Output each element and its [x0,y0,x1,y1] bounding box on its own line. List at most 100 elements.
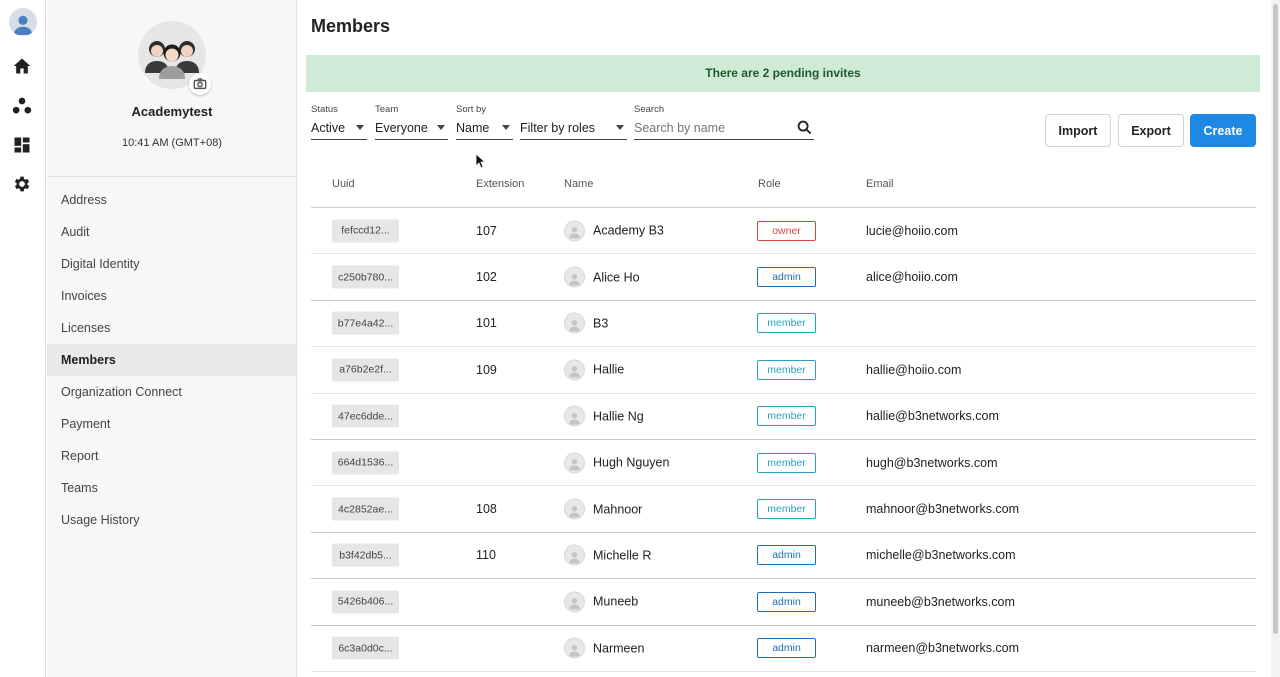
table-body: fefccd12... 107 Academy B3 owner lucie@hoiio… [311,208,1256,672]
table-row[interactable]: a76b2e2f... 109 Hallie member hallie@hoiio.c… [311,347,1256,394]
name-cell[interactable]: Academy B3 [564,220,664,242]
roles-select[interactable]: Filter by roles [520,116,627,140]
home-icon[interactable] [11,55,33,77]
extension-cell: 108 [476,502,497,517]
search-icon[interactable] [797,120,812,135]
table-row[interactable]: b3f42db5... 110 Michelle R admin michelle@b3… [311,533,1256,580]
page-scrollbar[interactable] [1271,0,1280,677]
uuid-chip[interactable]: b77e4a42... [332,311,399,335]
name-cell[interactable]: Mahnoor [564,498,643,520]
uuid-chip[interactable]: c250b780... [332,265,399,289]
email-cell: mahnoor@b3networks.com [866,502,1020,517]
name-cell[interactable]: B3 [564,312,608,334]
email-cell: hallie@b3networks.com [866,409,999,424]
email-cell: alice@hoiio.com [866,270,958,285]
column-header-role[interactable]: Role [758,178,781,190]
table-row[interactable]: 5426b406... Muneeb admin muneeb@b3networks.… [311,579,1256,626]
status-filter-label: Status [311,104,338,115]
search-input[interactable] [634,120,784,135]
search-box[interactable] [634,116,814,140]
role-badge: owner [757,220,816,241]
name-cell[interactable]: Michelle R [564,544,651,566]
uuid-chip[interactable]: 6c3a0d0c... [332,636,399,660]
table-row[interactable]: 4c2852ae... 108 Mahnoor member mahnoor@b3net… [311,486,1256,533]
column-header-extension[interactable]: Extension [476,178,524,190]
search-label: Search [634,104,665,115]
roles-select-value: Filter by roles [520,120,596,135]
column-header-email[interactable]: Email [866,178,894,190]
member-name: Hugh Nguyen [593,455,670,470]
column-header-name[interactable]: Name [564,178,593,190]
member-name: Alice Ho [593,270,640,285]
member-name: Mahnoor [593,502,643,517]
extension-cell: 107 [476,223,497,238]
table-row[interactable]: fefccd12... 107 Academy B3 owner lucie@hoiio… [311,208,1256,255]
roles-filter[interactable]: Filter by roles [520,104,627,140]
extension-cell: 101 [476,316,497,331]
nav-item-invoices[interactable]: Invoices [47,280,296,312]
name-cell[interactable]: Narmeen [564,637,645,659]
name-cell[interactable]: Muneeb [564,591,638,613]
table-row[interactable]: c250b780... 102 Alice Ho admin alice@hoiio.c… [311,254,1256,301]
table-row[interactable]: 47ec6dde... Hallie Ng member hallie@b3netwo… [311,394,1256,440]
nav-item-members[interactable]: Members [47,344,296,376]
org-local-time: 10:41 AM (GMT+08) [122,137,222,149]
avatar [564,544,585,566]
uuid-chip[interactable]: fefccd12... [332,219,399,243]
sort-select[interactable]: Name [456,116,513,140]
nav-item-address[interactable]: Address [47,184,296,216]
nav-item-payment[interactable]: Payment [47,408,296,440]
name-cell[interactable]: Hallie [564,359,624,381]
member-name: Narmeen [593,641,645,656]
team-filter[interactable]: Team Everyone [375,104,448,140]
dashboard-icon[interactable] [11,134,33,156]
nav-item-report[interactable]: Report [47,440,296,472]
nav-item-licenses[interactable]: Licenses [47,312,296,344]
table-row[interactable]: 6c3a0d0c... Narmeen admin narmeen@b3network… [311,626,1256,672]
role-badge: admin [757,545,816,566]
org-name: Academytest [131,104,213,119]
extension-cell: 109 [476,362,497,377]
gear-icon[interactable] [11,173,33,195]
status-select[interactable]: Active [311,116,367,140]
uuid-chip[interactable]: b3f42db5... [332,543,399,567]
uuid-chip[interactable]: 5426b406... [332,590,399,614]
chevron-down-icon [616,125,624,130]
export-button[interactable]: Export [1118,114,1184,147]
uuid-chip[interactable]: 4c2852ae... [332,497,399,521]
nav-item-audit[interactable]: Audit [47,216,296,248]
import-button[interactable]: Import [1045,114,1111,147]
organization-icon[interactable] [11,95,33,117]
table-header: Uuid Extension Name Role Email [311,170,1256,208]
status-filter[interactable]: Status Active [311,104,367,140]
scrollbar-thumb[interactable] [1273,4,1278,634]
status-select-value: Active [311,120,346,135]
name-cell[interactable]: Alice Ho [564,266,640,288]
user-avatar-icon[interactable] [9,8,37,36]
team-select[interactable]: Everyone [375,116,448,140]
nav-item-organization-connect[interactable]: Organization Connect [47,376,296,408]
nav-item-digital-identity[interactable]: Digital Identity [47,248,296,280]
nav-item-teams[interactable]: Teams [47,472,296,504]
name-cell[interactable]: Hugh Nguyen [564,452,670,474]
uuid-chip[interactable]: 664d1536... [332,451,399,475]
avatar [564,452,585,474]
nav-item-usage-history[interactable]: Usage History [47,504,296,536]
create-button[interactable]: Create [1190,114,1256,147]
table-row[interactable]: 664d1536... Hugh Nguyen member hugh@b3netwo… [311,440,1256,487]
avatar [564,637,585,659]
camera-icon[interactable] [189,73,211,95]
chevron-down-icon [356,125,364,130]
uuid-chip[interactable]: 47ec6dde... [332,404,399,428]
email-cell: narmeen@b3networks.com [866,641,1020,656]
page-title: Members [311,16,391,36]
column-header-uuid[interactable]: Uuid [332,178,355,190]
chevron-down-icon [437,125,445,130]
table-row[interactable]: b77e4a42... 101 B3 member [311,301,1256,348]
name-cell[interactable]: Hallie Ng [564,405,644,427]
member-name: Hallie Ng [593,409,644,424]
pending-invites-banner[interactable]: There are 2 pending invites [306,55,1260,92]
sort-filter[interactable]: Sort by Name [456,104,513,140]
uuid-chip[interactable]: a76b2e2f... [332,358,399,382]
avatar [564,312,585,334]
